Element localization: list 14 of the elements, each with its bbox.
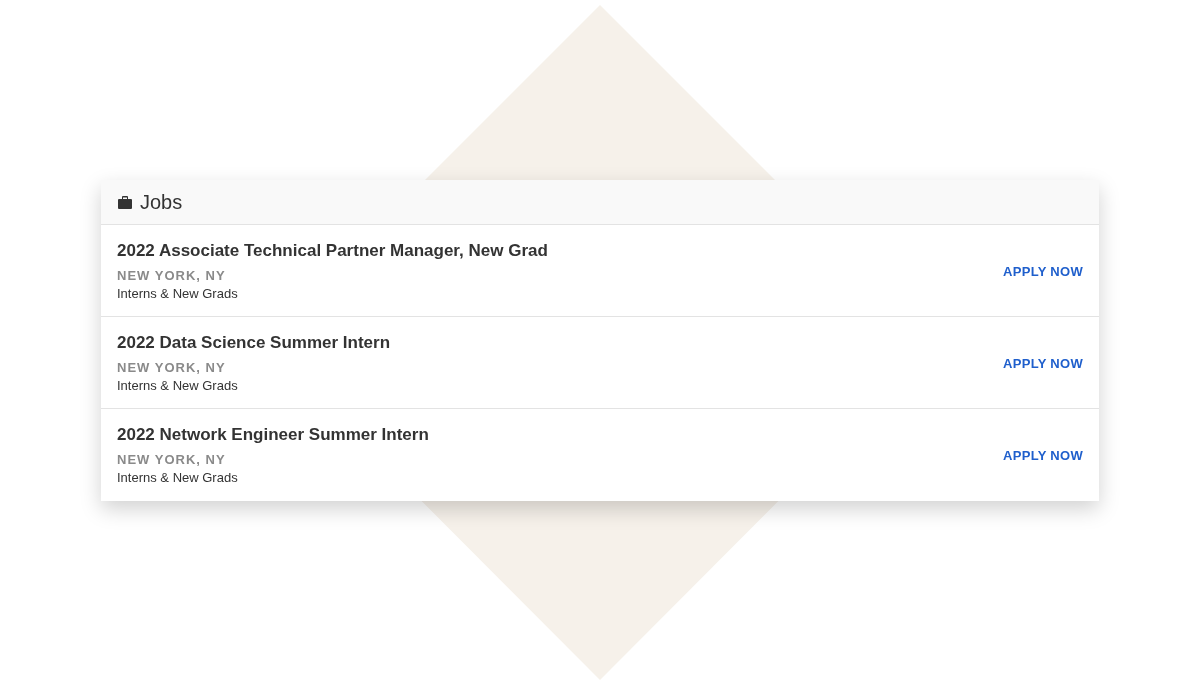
job-location: NEW YORK, NY bbox=[117, 451, 227, 468]
job-location: NEW YORK, NY bbox=[117, 266, 227, 284]
job-title[interactable]: 2022 Associate Technical Partner Manager, New Grad bbox=[117, 239, 548, 262]
apply-link[interactable]: APPLY NOW bbox=[1003, 353, 1083, 374]
job-category: Interns & New Grads bbox=[117, 469, 239, 486]
job-title[interactable]: 2022 Network Engineer Summer Intern bbox=[117, 424, 429, 446]
briefcase-icon bbox=[118, 195, 132, 209]
job-category: Interns & New Grads bbox=[117, 284, 239, 302]
apply-link[interactable]: APPLY NOW bbox=[1003, 261, 1083, 282]
job-category: Interns & New Grads bbox=[117, 376, 239, 394]
panel-title: Jobs bbox=[140, 190, 183, 215]
job-location: NEW YORK, NY bbox=[117, 358, 227, 376]
apply-link[interactable]: APPLY NOW bbox=[1003, 446, 1083, 466]
job-title[interactable]: 2022 Data Science Summer Intern bbox=[117, 331, 391, 354]
